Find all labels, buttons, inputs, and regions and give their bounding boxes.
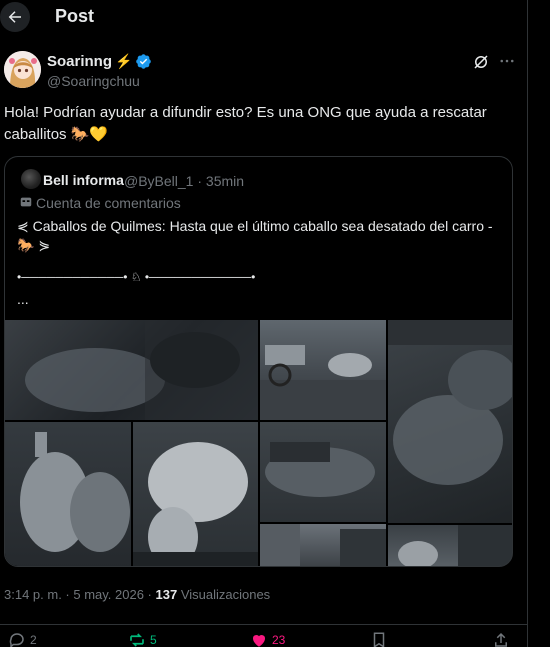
scrollbar-track[interactable] — [538, 0, 550, 647]
quote-text: ⋞ Caballos de Quilmes: Hasta que el últi… — [17, 218, 493, 253]
share-button[interactable] — [492, 631, 510, 647]
media-image[interactable] — [388, 320, 512, 523]
like-button[interactable]: 23 — [250, 631, 285, 647]
avatar[interactable] — [4, 51, 41, 88]
community-notes-icon — [20, 197, 32, 207]
bookmark-icon — [373, 632, 385, 647]
reply-count: 2 — [30, 633, 37, 647]
heart-icon — [252, 634, 266, 647]
reply-button[interactable]: 2 — [8, 631, 37, 647]
repost-button[interactable]: 5 — [128, 631, 157, 647]
author-handle[interactable]: @Soaringchuu — [47, 73, 140, 89]
media-image[interactable] — [5, 422, 131, 566]
media-image[interactable] — [260, 422, 386, 522]
post-column: Post Soarinng ⚡ @Soaringchuu Hola! Podrí… — [0, 0, 528, 647]
repost-icon — [130, 633, 144, 647]
back-button[interactable] — [0, 2, 30, 32]
quote-handle-time: @ByBell_1 · 35min — [124, 173, 245, 189]
verified-badge-icon — [136, 54, 152, 69]
post-timestamp[interactable]: 3:14 p. m. · 5 may. 2026 · — [4, 587, 156, 602]
media-image[interactable] — [260, 524, 386, 566]
repost-count: 5 — [150, 633, 157, 647]
share-icon — [495, 632, 507, 647]
avatar-illustration — [4, 51, 41, 88]
quote-ellipsis: ... — [17, 291, 29, 307]
action-bar: 2 5 23 — [0, 624, 528, 647]
grok-icon[interactable] — [472, 53, 490, 71]
views-label: Visualizaciones — [177, 587, 271, 602]
page-title: Post — [55, 6, 95, 26]
media-grid — [5, 320, 512, 566]
media-image[interactable] — [260, 320, 386, 420]
more-options-icon[interactable] — [498, 52, 516, 70]
reply-icon — [9, 633, 24, 647]
arrow-left-icon — [8, 11, 21, 23]
author-name-row[interactable]: Soarinng ⚡ — [47, 53, 152, 70]
media-image[interactable] — [5, 320, 258, 420]
quoted-post[interactable]: Bell informa @ByBell_1 · 35min Cuenta de… — [4, 156, 513, 567]
views-count: 137 — [155, 587, 178, 602]
header: Post — [0, 0, 528, 36]
author-name[interactable]: Soarinng — [47, 53, 112, 70]
post-text: Hola! Podrían ayudar a difundir esto? Es… — [4, 104, 487, 143]
post-meta: 3:14 p. m. · 5 may. 2026 · 137 Visualiza… — [4, 587, 270, 602]
quote-divider: •────────────• ♘ •────────────• — [17, 270, 256, 284]
media-image[interactable] — [388, 525, 512, 566]
bookmark-button[interactable] — [370, 631, 388, 647]
media-image[interactable] — [133, 422, 258, 566]
quote-author-name: Bell informa — [43, 172, 124, 188]
quote-avatar — [21, 169, 41, 189]
quote-account-label: Cuenta de comentarios — [36, 195, 181, 211]
lightning-emoji: ⚡ — [115, 53, 133, 69]
like-count: 23 — [272, 633, 286, 647]
